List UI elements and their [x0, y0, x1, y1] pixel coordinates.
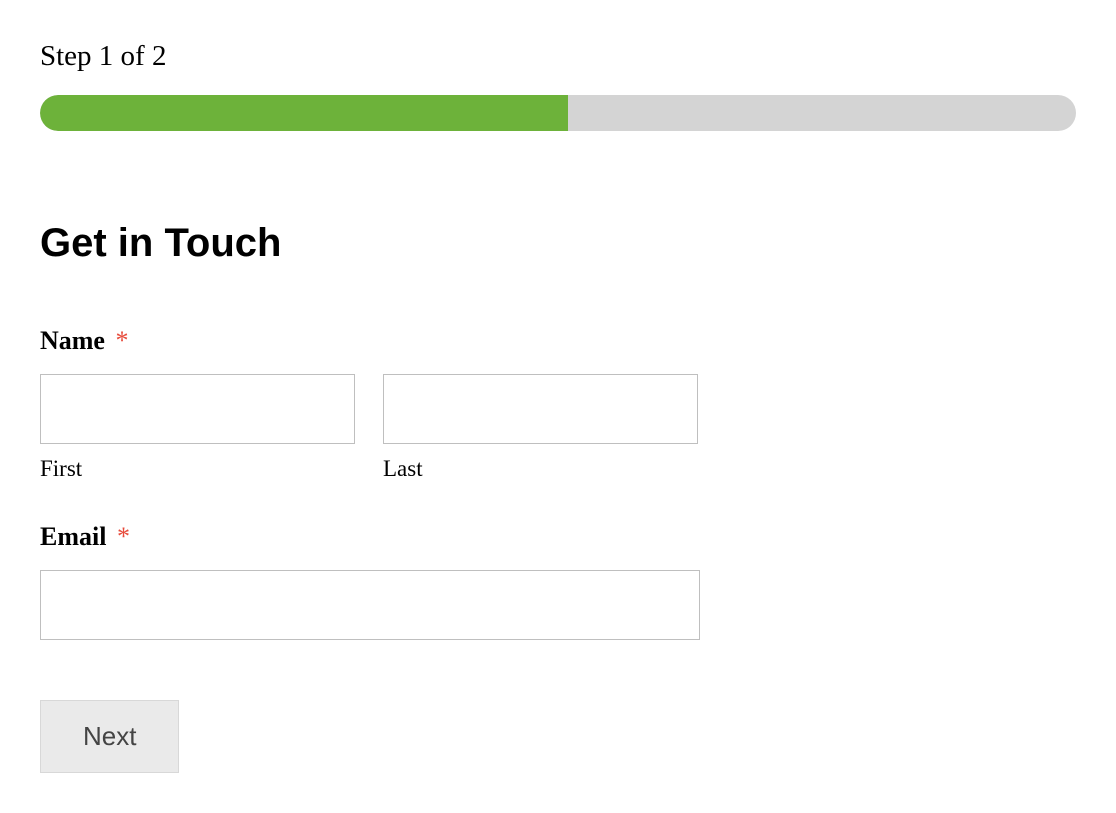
name-field-group: Name * First Last	[40, 326, 1076, 482]
email-label: Email *	[40, 522, 1076, 552]
first-name-input[interactable]	[40, 374, 355, 444]
progress-bar	[40, 95, 1076, 131]
last-name-input[interactable]	[383, 374, 698, 444]
email-field-group: Email *	[40, 522, 1076, 640]
email-label-text: Email	[40, 522, 106, 551]
email-input[interactable]	[40, 570, 700, 640]
first-name-subfield: First	[40, 374, 355, 482]
required-asterisk: *	[115, 326, 128, 355]
last-name-sublabel: Last	[383, 456, 698, 482]
required-asterisk: *	[117, 522, 130, 551]
progress-bar-fill	[40, 95, 568, 131]
next-button[interactable]: Next	[40, 700, 179, 773]
step-indicator: Step 1 of 2	[40, 40, 1076, 73]
name-label-text: Name	[40, 326, 105, 355]
last-name-subfield: Last	[383, 374, 698, 482]
first-name-sublabel: First	[40, 456, 355, 482]
name-label: Name *	[40, 326, 1076, 356]
form-heading: Get in Touch	[40, 221, 1076, 266]
name-row: First Last	[40, 374, 1076, 482]
